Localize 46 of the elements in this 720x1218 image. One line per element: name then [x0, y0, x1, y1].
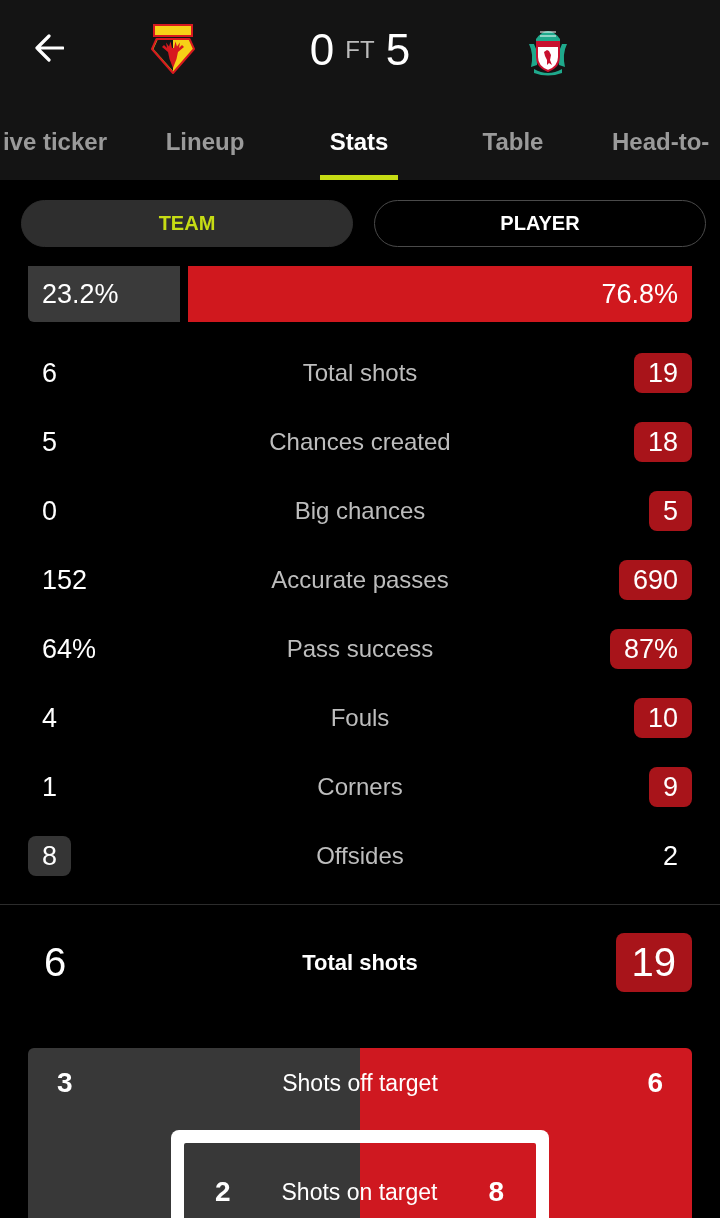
away-total-value: 19 — [615, 933, 692, 992]
home-stat-value: 8 — [28, 835, 72, 876]
away-stat-value: 2 — [661, 839, 679, 873]
home-stat-value: 5 — [41, 425, 59, 459]
away-stat-value: 5 — [648, 490, 692, 531]
away-stat-value: 9 — [648, 766, 692, 807]
view-toggle-button[interactable]: PLAYER — [374, 200, 706, 247]
away-stat-value: 10 — [633, 697, 692, 738]
team-crest-icon — [149, 24, 196, 74]
tab[interactable]: Table — [472, 96, 554, 180]
home-stat-value: 64% — [41, 632, 98, 666]
tab[interactable]: Head-to- — [612, 96, 710, 180]
home-on-target-value: 2 — [215, 1177, 231, 1207]
stat-label: Pass success — [286, 634, 434, 663]
stat-label: Big chances — [294, 496, 426, 525]
back-arrow-icon — [35, 34, 64, 62]
away-score: 5 — [385, 25, 411, 75]
stat-label: Total shots — [302, 358, 418, 387]
home-stat-value: 152 — [41, 563, 89, 597]
home-off-target-value: 3 — [57, 1068, 73, 1098]
stat-label: Fouls — [330, 703, 390, 732]
summary-title: Total shots — [302, 949, 418, 976]
home-stat-value: 0 — [41, 494, 59, 528]
match-status: FT — [345, 36, 375, 64]
tab[interactable]: Lineup — [155, 96, 255, 180]
stat-label: Accurate passes — [271, 565, 449, 594]
back-button[interactable] — [35, 34, 64, 62]
away-on-target-value: 8 — [488, 1177, 504, 1207]
view-toggle-button[interactable]: TEAM — [21, 200, 353, 247]
stat-label: Offsides — [316, 841, 404, 870]
away-stat-value: 690 — [618, 559, 692, 600]
home-total-value: 6 — [43, 939, 68, 986]
stat-label: Chances created — [269, 427, 451, 456]
away-stat-value: 18 — [633, 421, 692, 462]
home-stat-value: 4 — [41, 701, 59, 735]
home-stat-value: 6 — [41, 356, 59, 390]
tab[interactable]: Stats — [319, 96, 399, 180]
home-score: 0 — [309, 25, 335, 75]
stat-label: Corners — [317, 772, 403, 801]
home-stat-value: 1 — [41, 770, 59, 804]
home-possession-value: 23.2% — [41, 278, 120, 310]
away-possession-value: 76.8% — [601, 278, 678, 310]
away-stat-value: 19 — [633, 352, 692, 393]
away-stat-value: 87% — [609, 628, 692, 669]
away-off-target-value: 6 — [647, 1068, 663, 1098]
tab[interactable]: ive ticker — [2, 96, 107, 180]
